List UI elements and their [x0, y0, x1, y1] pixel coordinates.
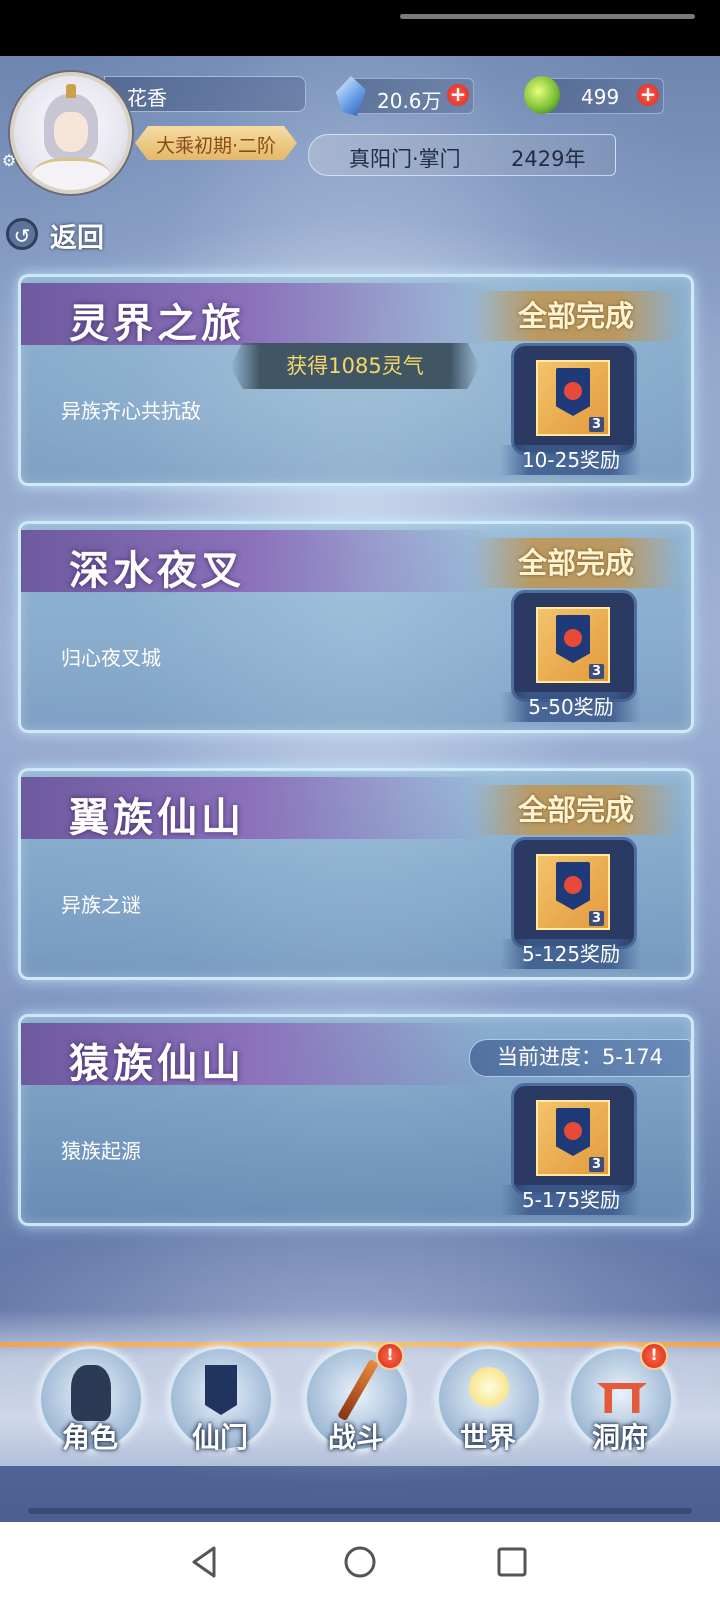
reward-box[interactable]: 3 — [511, 1083, 637, 1195]
nav-character[interactable]: 角色 — [38, 1346, 144, 1464]
chapter-title: 翼族仙山 — [69, 794, 245, 841]
nav-world[interactable]: 世界 — [436, 1346, 542, 1464]
back-button[interactable]: ↺ 返回 — [6, 214, 116, 254]
jade-icon — [524, 76, 560, 114]
nav-battle[interactable]: ! 战斗 — [304, 1342, 410, 1464]
chapter-title: 灵界之旅 — [69, 300, 245, 347]
nav-label: 世界 — [459, 1421, 516, 1454]
game-screen: 花香 ⚙ 大乘初期·二阶 真阳门·掌门 2429年 20.6万 + 499 + … — [0, 56, 720, 1522]
jade-value: 499 — [581, 85, 620, 109]
reward-item: 3 — [536, 854, 610, 930]
chapter-subtitle: 异族之谜 — [61, 893, 141, 917]
chapter-card-4[interactable]: 猿族仙山 当前进度：5-174 猿族起源 3 5-175奖励 — [18, 1014, 694, 1226]
status-bar — [0, 0, 720, 56]
title-band: 灵界之旅 — [21, 283, 491, 347]
alert-badge: ! — [640, 1342, 668, 1370]
status-label: 全部完成 — [471, 538, 681, 588]
reward-box[interactable]: 3 — [511, 837, 637, 949]
status-label: 全部完成 — [471, 291, 681, 341]
cave-gate-icon — [597, 1383, 647, 1413]
nav-label: 仙门 — [191, 1421, 248, 1454]
player-avatar[interactable] — [10, 72, 132, 194]
status-label: 全部完成 — [471, 785, 681, 835]
chapter-card-3[interactable]: 翼族仙山 全部完成 异族之谜 3 5-125奖励 — [18, 768, 694, 980]
banner-emblem-icon — [564, 382, 582, 400]
system-nav-bar — [0, 1522, 720, 1600]
jade-bar: 499 + — [542, 78, 664, 114]
home-circle-icon — [344, 1546, 376, 1578]
character-icon — [71, 1365, 111, 1421]
reward-label: 5-175奖励 — [501, 1185, 641, 1215]
chapter-subtitle: 异族齐心共抗敌 — [61, 399, 201, 423]
reward-toast: 获得1085灵气 — [230, 343, 480, 389]
status-pill — [400, 14, 695, 19]
item-count: 3 — [588, 911, 604, 926]
title-band: 猿族仙山 — [21, 1023, 491, 1087]
back-triangle-icon — [192, 1546, 216, 1578]
banner-emblem-icon — [564, 629, 582, 647]
sword-icon — [337, 1358, 379, 1422]
reward-item: 3 — [536, 1100, 610, 1176]
item-count: 3 — [588, 417, 604, 432]
reward-box[interactable]: 3 — [511, 343, 637, 455]
add-spirit-crystal-button[interactable]: + — [447, 84, 469, 106]
sect-info-bar: 真阳门·掌门 2429年 — [308, 134, 616, 176]
player-name-bar: 花香 — [104, 76, 306, 112]
avatar-body — [32, 158, 110, 190]
nav-sect[interactable]: 仙门 — [168, 1346, 274, 1464]
back-arrow-icon: ↺ — [6, 218, 38, 250]
reward-label: 5-125奖励 — [501, 939, 641, 969]
nav-label: 洞府 — [591, 1421, 648, 1454]
chapter-subtitle: 归心夜叉城 — [61, 646, 161, 670]
add-jade-button[interactable]: + — [637, 84, 659, 106]
system-back-button[interactable] — [186, 1542, 226, 1582]
progress-label: 当前进度：5-174 — [469, 1039, 691, 1077]
spirit-crystal-bar: 20.6万 + — [348, 78, 474, 114]
item-count: 3 — [588, 664, 604, 679]
player-name: 花香 — [127, 86, 167, 110]
title-band: 深水夜叉 — [21, 530, 491, 594]
item-count: 3 — [588, 1157, 604, 1172]
world-icon — [469, 1367, 509, 1407]
title-band: 翼族仙山 — [21, 777, 491, 841]
player-age: 2429年 — [511, 147, 586, 171]
rank-text: 大乘初期·二阶 — [155, 135, 277, 157]
reward-item: 3 — [536, 360, 610, 436]
avatar-face — [54, 112, 88, 152]
chapter-title: 猿族仙山 — [69, 1040, 245, 1087]
alert-badge: ! — [376, 1342, 404, 1370]
nav-cave[interactable]: ! 洞府 — [568, 1342, 674, 1464]
bottom-scroll-track — [28, 1508, 692, 1514]
recents-square-icon — [497, 1547, 527, 1577]
sect-name: 真阳门·掌门 — [349, 147, 461, 171]
nav-label: 战斗 — [327, 1421, 384, 1454]
banner-emblem-icon — [564, 876, 582, 894]
back-label: 返回 — [50, 223, 104, 254]
chapter-subtitle: 猿族起源 — [61, 1139, 141, 1163]
avatar-crown — [66, 84, 76, 98]
banner-emblem-icon — [564, 1122, 582, 1140]
rank-badge: 大乘初期·二阶 — [135, 126, 297, 160]
reward-label: 10-25奖励 — [501, 445, 641, 475]
reward-label: 5-50奖励 — [501, 692, 641, 722]
nav-label: 角色 — [61, 1421, 118, 1454]
system-recents-button[interactable] — [492, 1542, 532, 1582]
reward-box[interactable]: 3 — [511, 590, 637, 702]
chapter-title: 深水夜叉 — [69, 547, 245, 594]
reward-item: 3 — [536, 607, 610, 683]
chapter-card-2[interactable]: 深水夜叉 全部完成 归心夜叉城 3 5-50奖励 — [18, 521, 694, 733]
system-home-button[interactable] — [340, 1542, 380, 1582]
sect-banner-icon — [205, 1365, 237, 1415]
settings-gear-icon[interactable]: ⚙ — [0, 152, 18, 170]
spirit-crystal-value: 20.6万 — [377, 89, 442, 113]
